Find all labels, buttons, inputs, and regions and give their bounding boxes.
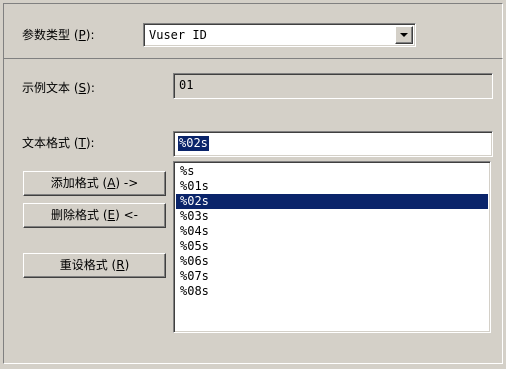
delete-format-button-text: 删除格式: [51, 208, 100, 222]
param-type-label-text: 参数类型: [22, 28, 71, 42]
param-type-label: 参数类型 (P):: [22, 28, 95, 42]
example-text-field: 01: [173, 73, 493, 99]
text-format-label-text: 文本格式: [22, 136, 71, 150]
delete-format-button[interactable]: 删除格式 (E) <-: [23, 203, 166, 228]
text-format-input[interactable]: %02s: [173, 131, 493, 157]
param-type-dropdown-button[interactable]: [395, 26, 413, 44]
add-format-button-key: A: [107, 176, 116, 190]
format-list-item[interactable]: %03s: [176, 209, 488, 224]
param-type-combo[interactable]: Vuser ID: [143, 23, 416, 47]
add-format-button-suffix: ->: [123, 176, 139, 190]
param-type-value: Vuser ID: [149, 28, 207, 42]
delete-format-button-suffix: <-: [123, 208, 138, 222]
reset-format-button[interactable]: 重设格式 (R): [23, 253, 166, 278]
example-text-label-text: 示例文本: [22, 81, 71, 95]
delete-format-button-key: E: [107, 208, 116, 222]
param-type-label-key: P: [78, 28, 86, 42]
reset-format-button-key: R: [116, 258, 125, 272]
format-list-items: %s %01s %02s %03s %04s %05s %06s %07s %08s: [176, 164, 488, 299]
example-text-label-key: S: [78, 81, 87, 95]
format-list-item[interactable]: %05s: [176, 239, 488, 254]
add-format-button-text: 添加格式: [50, 176, 99, 190]
format-list[interactable]: %s %01s %02s %03s %04s %05s %06s %07s %08s: [173, 161, 491, 333]
format-list-item[interactable]: %08s: [176, 284, 488, 299]
format-list-item[interactable]: %06s: [176, 254, 488, 269]
example-text-label: 示例文本 (S):: [22, 81, 95, 95]
reset-format-button-text: 重设格式: [59, 258, 108, 272]
add-format-button[interactable]: 添加格式 (A) ->: [23, 171, 166, 196]
format-list-item[interactable]: %s: [176, 164, 488, 179]
text-format-value: %02s: [178, 136, 209, 151]
format-list-item[interactable]: %01s: [176, 179, 488, 194]
text-format-label-key: T: [78, 136, 86, 150]
format-list-item[interactable]: %07s: [176, 269, 488, 284]
format-list-item[interactable]: %02s: [176, 194, 488, 209]
text-format-label: 文本格式 (T):: [22, 136, 95, 150]
chevron-down-icon: [400, 33, 408, 37]
format-list-item[interactable]: %04s: [176, 224, 488, 239]
example-text-value: 01: [179, 78, 194, 92]
